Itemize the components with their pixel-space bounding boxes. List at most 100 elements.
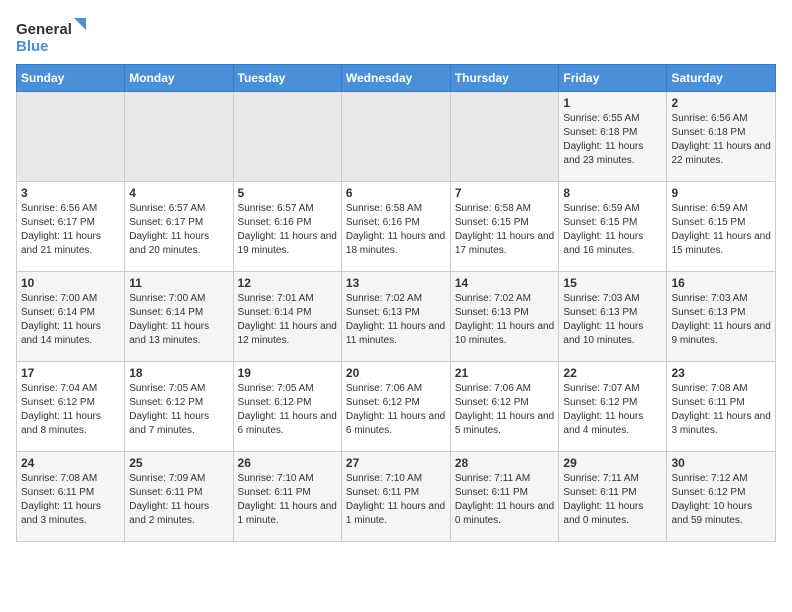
cell-info: Sunrise: 6:59 AM Sunset: 6:15 PM Dayligh… <box>671 202 771 258</box>
cell-info: Sunrise: 6:55 AM Sunset: 6:18 PM Dayligh… <box>563 112 662 168</box>
calendar-table: SundayMondayTuesdayWednesdayThursdayFrid… <box>16 64 776 542</box>
sunset-text: Sunset: 6:12 PM <box>563 396 662 410</box>
sunrise-text: Sunrise: 7:03 AM <box>563 292 662 306</box>
sunset-text: Sunset: 6:12 PM <box>21 396 120 410</box>
calendar-cell <box>341 92 450 182</box>
sunset-text: Sunset: 6:14 PM <box>238 306 337 320</box>
calendar-cell: 21 Sunrise: 7:06 AM Sunset: 6:12 PM Dayl… <box>450 362 559 452</box>
daylight-text: Daylight: 11 hours and 9 minutes. <box>671 320 771 348</box>
sunrise-text: Sunrise: 7:11 AM <box>563 472 662 486</box>
calendar-cell: 17 Sunrise: 7:04 AM Sunset: 6:12 PM Dayl… <box>17 362 125 452</box>
daylight-text: Daylight: 11 hours and 11 minutes. <box>346 320 446 348</box>
daylight-text: Daylight: 11 hours and 0 minutes. <box>563 500 662 528</box>
sunset-text: Sunset: 6:17 PM <box>21 216 120 230</box>
cell-info: Sunrise: 7:11 AM Sunset: 6:11 PM Dayligh… <box>455 472 555 528</box>
sunrise-text: Sunrise: 7:12 AM <box>671 472 771 486</box>
calendar-cell <box>125 92 233 182</box>
cell-info: Sunrise: 7:04 AM Sunset: 6:12 PM Dayligh… <box>21 382 120 438</box>
calendar-cell: 23 Sunrise: 7:08 AM Sunset: 6:11 PM Dayl… <box>667 362 776 452</box>
calendar-cell: 13 Sunrise: 7:02 AM Sunset: 6:13 PM Dayl… <box>341 272 450 362</box>
sunrise-text: Sunrise: 7:02 AM <box>455 292 555 306</box>
sunset-text: Sunset: 6:13 PM <box>455 306 555 320</box>
calendar-cell <box>450 92 559 182</box>
daylight-text: Daylight: 11 hours and 1 minute. <box>346 500 446 528</box>
calendar-cell: 26 Sunrise: 7:10 AM Sunset: 6:11 PM Dayl… <box>233 452 341 542</box>
calendar-cell: 15 Sunrise: 7:03 AM Sunset: 6:13 PM Dayl… <box>559 272 667 362</box>
column-header-thursday: Thursday <box>450 65 559 92</box>
sunset-text: Sunset: 6:16 PM <box>346 216 446 230</box>
daylight-text: Daylight: 11 hours and 0 minutes. <box>455 500 555 528</box>
calendar-cell: 25 Sunrise: 7:09 AM Sunset: 6:11 PM Dayl… <box>125 452 233 542</box>
week-row-4: 17 Sunrise: 7:04 AM Sunset: 6:12 PM Dayl… <box>17 362 776 452</box>
column-header-friday: Friday <box>559 65 667 92</box>
sunset-text: Sunset: 6:11 PM <box>238 486 337 500</box>
day-number: 20 <box>346 366 446 380</box>
sunset-text: Sunset: 6:12 PM <box>238 396 337 410</box>
daylight-text: Daylight: 11 hours and 2 minutes. <box>129 500 228 528</box>
daylight-text: Daylight: 11 hours and 22 minutes. <box>671 140 771 168</box>
cell-info: Sunrise: 7:11 AM Sunset: 6:11 PM Dayligh… <box>563 472 662 528</box>
day-number: 29 <box>563 456 662 470</box>
column-header-saturday: Saturday <box>667 65 776 92</box>
daylight-text: Daylight: 11 hours and 19 minutes. <box>238 230 337 258</box>
sunrise-text: Sunrise: 7:01 AM <box>238 292 337 306</box>
sunrise-text: Sunrise: 6:59 AM <box>563 202 662 216</box>
header-row: SundayMondayTuesdayWednesdayThursdayFrid… <box>17 65 776 92</box>
sunset-text: Sunset: 6:12 PM <box>129 396 228 410</box>
daylight-text: Daylight: 11 hours and 4 minutes. <box>563 410 662 438</box>
day-number: 9 <box>671 186 771 200</box>
cell-info: Sunrise: 6:59 AM Sunset: 6:15 PM Dayligh… <box>563 202 662 258</box>
logo-svg: General Blue <box>16 16 86 56</box>
day-number: 27 <box>346 456 446 470</box>
daylight-text: Daylight: 11 hours and 10 minutes. <box>455 320 555 348</box>
calendar-cell: 20 Sunrise: 7:06 AM Sunset: 6:12 PM Dayl… <box>341 362 450 452</box>
cell-info: Sunrise: 7:00 AM Sunset: 6:14 PM Dayligh… <box>129 292 228 348</box>
sunrise-text: Sunrise: 6:57 AM <box>129 202 228 216</box>
daylight-text: Daylight: 11 hours and 12 minutes. <box>238 320 337 348</box>
daylight-text: Daylight: 11 hours and 15 minutes. <box>671 230 771 258</box>
calendar-body: 1 Sunrise: 6:55 AM Sunset: 6:18 PM Dayli… <box>17 92 776 542</box>
sunset-text: Sunset: 6:11 PM <box>21 486 120 500</box>
sunrise-text: Sunrise: 7:08 AM <box>21 472 120 486</box>
day-number: 1 <box>563 96 662 110</box>
cell-info: Sunrise: 7:02 AM Sunset: 6:13 PM Dayligh… <box>346 292 446 348</box>
day-number: 26 <box>238 456 337 470</box>
sunset-text: Sunset: 6:18 PM <box>563 126 662 140</box>
cell-info: Sunrise: 6:58 AM Sunset: 6:16 PM Dayligh… <box>346 202 446 258</box>
sunrise-text: Sunrise: 6:55 AM <box>563 112 662 126</box>
cell-info: Sunrise: 7:00 AM Sunset: 6:14 PM Dayligh… <box>21 292 120 348</box>
calendar-cell: 2 Sunrise: 6:56 AM Sunset: 6:18 PM Dayli… <box>667 92 776 182</box>
sunrise-text: Sunrise: 7:10 AM <box>238 472 337 486</box>
day-number: 14 <box>455 276 555 290</box>
column-header-sunday: Sunday <box>17 65 125 92</box>
sunrise-text: Sunrise: 7:07 AM <box>563 382 662 396</box>
week-row-2: 3 Sunrise: 6:56 AM Sunset: 6:17 PM Dayli… <box>17 182 776 272</box>
svg-text:Blue: Blue <box>16 38 49 55</box>
sunset-text: Sunset: 6:11 PM <box>129 486 228 500</box>
daylight-text: Daylight: 11 hours and 18 minutes. <box>346 230 446 258</box>
sunrise-text: Sunrise: 7:08 AM <box>671 382 771 396</box>
cell-info: Sunrise: 7:03 AM Sunset: 6:13 PM Dayligh… <box>671 292 771 348</box>
calendar-cell: 7 Sunrise: 6:58 AM Sunset: 6:15 PM Dayli… <box>450 182 559 272</box>
day-number: 21 <box>455 366 555 380</box>
sunset-text: Sunset: 6:18 PM <box>671 126 771 140</box>
cell-info: Sunrise: 7:10 AM Sunset: 6:11 PM Dayligh… <box>346 472 446 528</box>
day-number: 24 <box>21 456 120 470</box>
sunset-text: Sunset: 6:11 PM <box>455 486 555 500</box>
sunrise-text: Sunrise: 6:58 AM <box>346 202 446 216</box>
calendar-cell: 28 Sunrise: 7:11 AM Sunset: 6:11 PM Dayl… <box>450 452 559 542</box>
day-number: 16 <box>671 276 771 290</box>
cell-info: Sunrise: 7:06 AM Sunset: 6:12 PM Dayligh… <box>455 382 555 438</box>
day-number: 15 <box>563 276 662 290</box>
sunrise-text: Sunrise: 6:56 AM <box>671 112 771 126</box>
daylight-text: Daylight: 11 hours and 7 minutes. <box>129 410 228 438</box>
cell-info: Sunrise: 7:08 AM Sunset: 6:11 PM Dayligh… <box>671 382 771 438</box>
daylight-text: Daylight: 11 hours and 6 minutes. <box>238 410 337 438</box>
calendar-cell: 30 Sunrise: 7:12 AM Sunset: 6:12 PM Dayl… <box>667 452 776 542</box>
sunrise-text: Sunrise: 7:06 AM <box>455 382 555 396</box>
daylight-text: Daylight: 11 hours and 8 minutes. <box>21 410 120 438</box>
sunrise-text: Sunrise: 7:05 AM <box>238 382 337 396</box>
calendar-header: SundayMondayTuesdayWednesdayThursdayFrid… <box>17 65 776 92</box>
day-number: 28 <box>455 456 555 470</box>
column-header-wednesday: Wednesday <box>341 65 450 92</box>
